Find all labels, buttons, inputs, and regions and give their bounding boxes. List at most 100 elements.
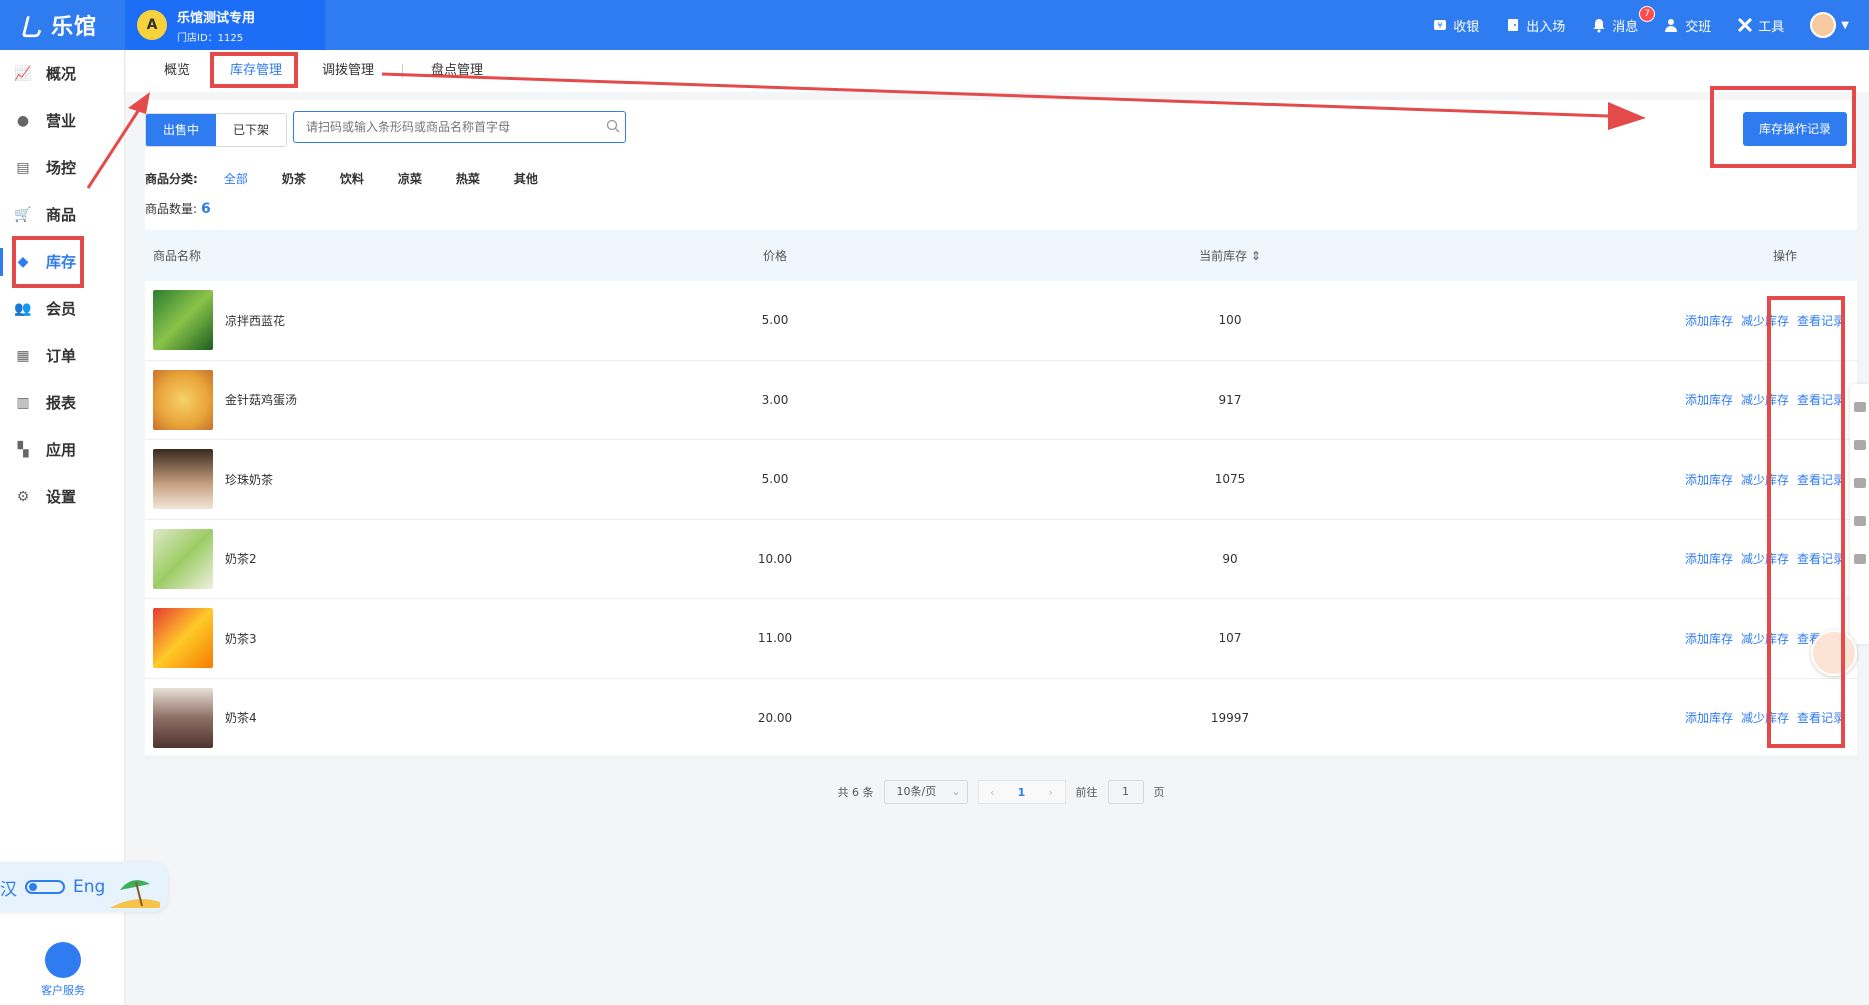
tab-divider bbox=[402, 64, 404, 78]
table-row: 奶茶2 10.00 90 添加库存 减少库存 查看记录 bbox=[145, 520, 1857, 599]
headset-icon bbox=[45, 942, 81, 978]
customer-service-button[interactable]: 客户服务 bbox=[38, 942, 88, 998]
language-toggle[interactable]: 汉 Eng bbox=[0, 862, 168, 912]
bag-icon: ● bbox=[16, 112, 30, 129]
status-segmented-control: 出售中 已下架 bbox=[145, 113, 287, 147]
highlight-sidebar-inventory bbox=[12, 236, 84, 288]
search-input[interactable] bbox=[293, 111, 626, 143]
page-current[interactable]: 1 bbox=[1018, 786, 1026, 799]
product-thumbnail bbox=[153, 687, 213, 748]
door-icon bbox=[1508, 19, 1519, 31]
logo-mark: 乚 bbox=[18, 13, 43, 42]
message-badge: 7 bbox=[1639, 5, 1655, 22]
members-icon: 👥 bbox=[14, 300, 32, 317]
add-stock-link[interactable]: 添加库存 bbox=[1685, 393, 1733, 407]
page-size-select[interactable]: 10条/页 ⌄ bbox=[883, 780, 968, 804]
add-stock-link[interactable]: 添加库存 bbox=[1685, 314, 1733, 328]
handover-icon bbox=[1665, 19, 1678, 32]
table-header: 商品名称 价格 当前库存 ⇕ 操作 bbox=[145, 230, 1857, 281]
sidebar-item-venue[interactable]: ▤ 场控 bbox=[0, 144, 124, 191]
beach-umbrella-icon bbox=[110, 880, 160, 908]
store-id: 门店ID：1125 bbox=[177, 32, 244, 44]
seg-off-shelf[interactable]: 已下架 bbox=[216, 114, 286, 146]
sidebar-item-overview[interactable]: 📈 概况 bbox=[0, 50, 124, 97]
user-menu[interactable]: ▼ bbox=[1810, 12, 1849, 38]
store-avatar: A bbox=[137, 10, 167, 40]
tab-stocktake-management[interactable]: 盘点管理 bbox=[419, 50, 495, 92]
dock-icon[interactable] bbox=[1854, 402, 1866, 412]
search-icon bbox=[606, 119, 620, 133]
sidebar-item-settings[interactable]: ⚙ 设置 bbox=[0, 473, 124, 520]
entry-exit-button[interactable]: 出入场 bbox=[1505, 16, 1565, 35]
sidebar-item-orders[interactable]: ▦ 订单 bbox=[0, 332, 124, 379]
product-count: 商品数量: 6 bbox=[145, 201, 211, 217]
chevron-left-icon[interactable]: ‹ bbox=[990, 786, 994, 799]
table-row: 凉拌西蓝花 5.00 100 添加库存 减少库存 查看记录 bbox=[145, 281, 1857, 361]
header-stock[interactable]: 当前库存 ⇕ bbox=[845, 247, 1615, 264]
header-ops: 操作 bbox=[1772, 249, 1797, 263]
pagination: 共 6 条 10条/页 ⌄ ‹ 1 › 前往 1 页 bbox=[145, 780, 1857, 804]
category-milk-tea[interactable]: 奶茶 bbox=[282, 170, 306, 187]
product-thumbnail bbox=[153, 290, 213, 351]
category-filter: 商品分类: 全部 奶茶 饮料 凉菜 热菜 其他 bbox=[145, 170, 572, 187]
svg-text:¥: ¥ bbox=[1438, 21, 1443, 30]
category-all[interactable]: 全部 bbox=[224, 170, 248, 187]
sidebar-item-reports[interactable]: ▥ 报表 bbox=[0, 379, 124, 426]
goto-page-input[interactable]: 1 bbox=[1107, 780, 1144, 804]
inventory-panel: 出售中 已下架 库存操作记录 商品分类: 全部 奶茶 饮料 凉菜 热菜 其他 商… bbox=[145, 100, 1857, 804]
tools-button[interactable]: 工具 bbox=[1737, 16, 1784, 35]
tools-icon bbox=[1738, 17, 1753, 33]
header-name: 商品名称 bbox=[153, 249, 202, 263]
store-name: 乐馆测试专用 bbox=[177, 10, 256, 26]
sidebar-item-apps[interactable]: ▚ 应用 bbox=[0, 426, 124, 473]
tab-transfer-management[interactable]: 调拨管理 bbox=[310, 50, 386, 92]
tab-overview[interactable]: 概览 bbox=[152, 50, 202, 92]
header-price: 价格 bbox=[762, 249, 787, 263]
bell-icon bbox=[1593, 19, 1605, 33]
table-row: 金针菇鸡蛋汤 3.00 917 添加库存 减少库存 查看记录 bbox=[145, 361, 1857, 440]
highlight-view-log-column bbox=[1767, 296, 1845, 748]
category-drinks[interactable]: 饮料 bbox=[340, 170, 364, 187]
category-label: 商品分类: bbox=[145, 172, 198, 186]
sidebar-item-goods[interactable]: 🛒 商品 bbox=[0, 191, 124, 238]
product-thumbnail bbox=[153, 528, 213, 589]
table-row: 珍珠奶茶 5.00 1075 添加库存 减少库存 查看记录 bbox=[145, 440, 1857, 520]
messages-button[interactable]: 消息 7 bbox=[1591, 5, 1655, 35]
dock-icon[interactable] bbox=[1854, 440, 1866, 450]
category-cold-dishes[interactable]: 凉菜 bbox=[398, 170, 422, 187]
category-hot-dishes[interactable]: 热菜 bbox=[456, 170, 480, 187]
store-switcher[interactable]: A 乐馆测试专用 门店ID：1125 bbox=[125, 0, 325, 50]
product-thumbnail bbox=[153, 608, 213, 669]
chevron-down-icon: ▼ bbox=[1841, 19, 1849, 31]
seg-on-sale[interactable]: 出售中 bbox=[146, 114, 216, 146]
product-thumbnail bbox=[153, 369, 213, 430]
page-buttons: ‹ 1 › bbox=[977, 780, 1066, 804]
room-icon: ▤ bbox=[16, 159, 30, 176]
add-stock-link[interactable]: 添加库存 bbox=[1685, 711, 1733, 725]
sidebar-item-business[interactable]: ● 营业 bbox=[0, 97, 124, 144]
category-other[interactable]: 其他 bbox=[514, 170, 538, 187]
cart-icon: 🛒 bbox=[14, 206, 32, 223]
handover-button[interactable]: 交班 bbox=[1664, 16, 1711, 35]
report-icon: ▥ bbox=[16, 394, 30, 411]
table-row: 奶茶3 11.00 107 添加库存减少库存查看记录 bbox=[145, 599, 1857, 679]
chevron-right-icon[interactable]: › bbox=[1048, 786, 1052, 799]
user-avatar bbox=[1810, 12, 1837, 38]
cashier-button[interactable]: ¥ 收银 bbox=[1432, 16, 1479, 35]
cashier-icon: ¥ bbox=[1434, 20, 1447, 30]
apps-icon: ▚ bbox=[17, 441, 29, 458]
dock-icon[interactable] bbox=[1854, 554, 1866, 564]
dock-icon[interactable] bbox=[1854, 478, 1866, 488]
add-stock-link[interactable]: 添加库存 bbox=[1685, 632, 1733, 646]
top-actions: ¥ 收银 出入场 消息 7 交班 工具 ▼ bbox=[1432, 0, 1849, 50]
highlight-log-button bbox=[1710, 86, 1856, 168]
order-icon: ▦ bbox=[16, 347, 30, 364]
add-stock-link[interactable]: 添加库存 bbox=[1685, 473, 1733, 487]
chevron-down-icon: ⌄ bbox=[951, 785, 961, 798]
dock-icon[interactable] bbox=[1854, 516, 1866, 526]
sidebar-item-members[interactable]: 👥 会员 bbox=[0, 285, 124, 332]
logo[interactable]: 乚 乐馆 bbox=[0, 0, 125, 50]
inventory-table: 商品名称 价格 当前库存 ⇕ 操作 凉拌西蓝花 5.00 100 添加库存 减少库… bbox=[145, 230, 1857, 758]
add-stock-link[interactable]: 添加库存 bbox=[1685, 552, 1733, 566]
sub-tabs: 概览 库存管理 调拨管理 盘点管理 bbox=[126, 50, 1869, 92]
